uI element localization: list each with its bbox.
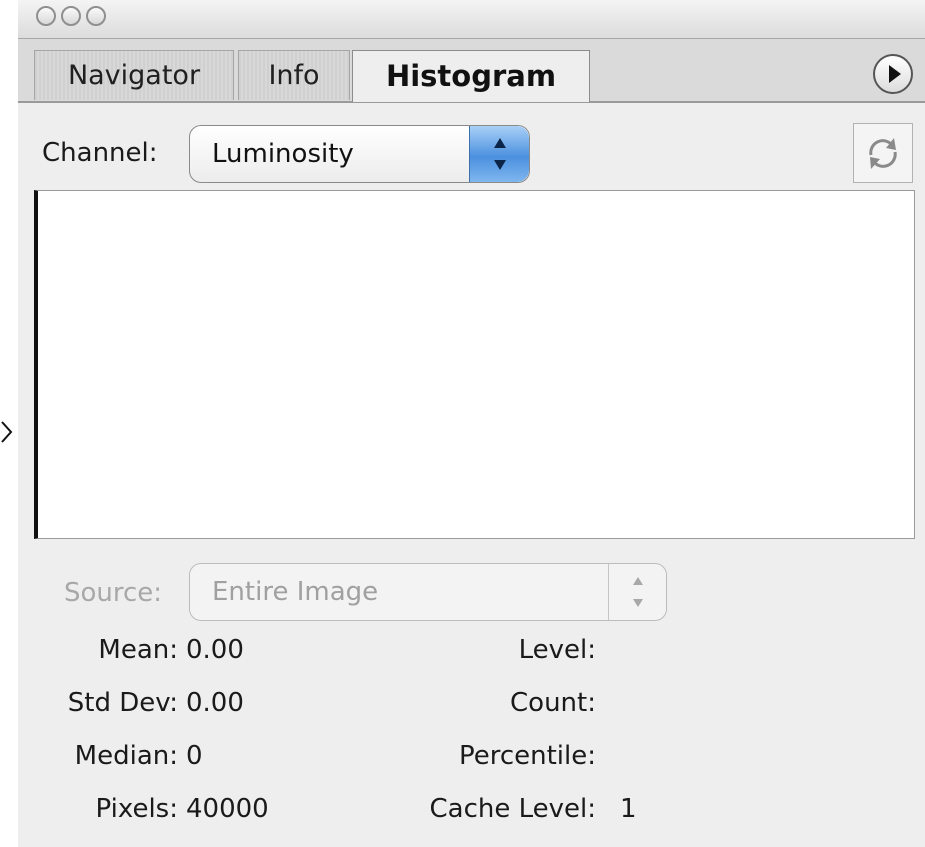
- mean-label: Mean:: [98, 635, 178, 665]
- title-bar: [18, 0, 925, 39]
- median-label: Median:: [74, 741, 178, 771]
- zoom-window-button[interactable]: [86, 6, 106, 26]
- level-label: Level:: [518, 635, 596, 665]
- tab-histogram[interactable]: Histogram: [352, 50, 590, 102]
- refresh-button[interactable]: [853, 123, 913, 183]
- source-select-value: Entire Image: [212, 577, 379, 607]
- channel-stepper[interactable]: [469, 126, 529, 182]
- channel-label: Channel:: [42, 138, 158, 168]
- stddev-label: Std Dev:: [67, 688, 178, 718]
- tab-navigator[interactable]: Navigator: [34, 50, 234, 100]
- play-triangle-icon: [889, 65, 901, 83]
- count-label: Count:: [510, 688, 596, 718]
- cache-level-label: Cache Level:: [429, 794, 596, 824]
- percentile-label: Percentile:: [458, 741, 596, 771]
- channel-select-value: Luminosity: [212, 139, 354, 169]
- source-label: Source:: [64, 578, 163, 608]
- stddev-value: 0.00: [186, 688, 244, 718]
- source-select: Entire Image: [189, 563, 667, 621]
- median-value: 0: [186, 741, 203, 771]
- edge-arrow-icon: [0, 418, 16, 446]
- up-down-arrows-icon: [633, 577, 643, 607]
- pixels-label: Pixels:: [95, 794, 178, 824]
- minimize-window-button[interactable]: [61, 6, 81, 26]
- pixels-value: 40000: [186, 794, 269, 824]
- cache-level-value: 1: [620, 794, 637, 824]
- mean-value: 0.00: [186, 635, 244, 665]
- up-down-arrows-icon: [494, 138, 506, 170]
- histogram-graph: [34, 190, 915, 539]
- panel-menu-button[interactable]: [873, 54, 913, 94]
- source-stepper: [608, 564, 666, 620]
- close-window-button[interactable]: [36, 6, 56, 26]
- refresh-icon: [869, 138, 897, 169]
- tab-info[interactable]: Info: [238, 50, 350, 100]
